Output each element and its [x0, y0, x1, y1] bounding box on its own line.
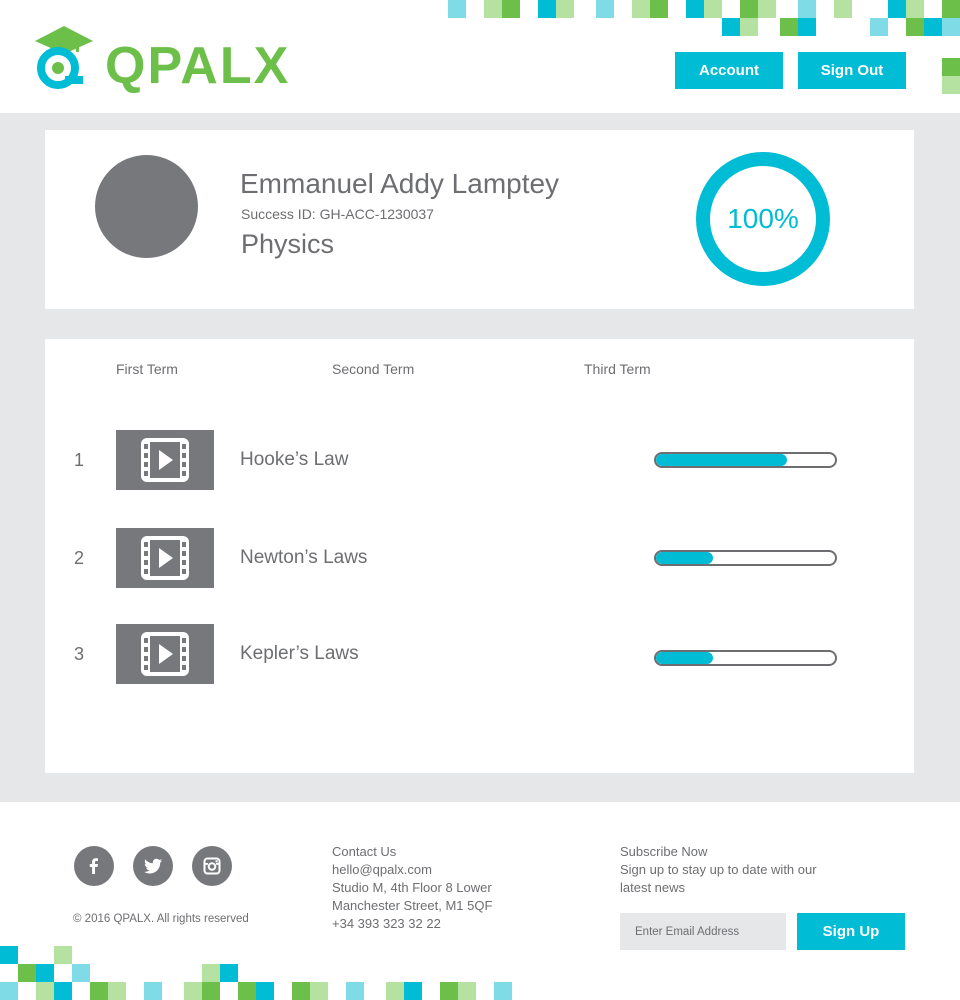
student-name: Emmanuel Addy Lamptey	[240, 168, 560, 199]
topic-index: 2	[74, 548, 85, 568]
sign-out-button[interactable]: Sign Out	[798, 52, 906, 89]
topic-title[interactable]: Hooke’s Law	[240, 449, 348, 471]
topic-progress-fill	[656, 652, 714, 664]
instagram-link[interactable]	[192, 846, 232, 886]
subscribe-text: Sign up to stay up to date with our late…	[620, 862, 817, 895]
contact-address-line2: Manchester Street, M1 5QF	[332, 898, 493, 913]
topic-title[interactable]: Kepler’s Laws	[240, 643, 359, 665]
topic-title[interactable]: Newton’s Laws	[240, 547, 367, 569]
topic-progress-bar	[654, 452, 837, 468]
topics-card: First Term Second Term Third Term 1 Hook…	[45, 339, 914, 773]
video-icon	[141, 438, 189, 482]
topic-row[interactable]: 3 Kepler’s Laws	[45, 624, 914, 684]
video-icon	[141, 536, 189, 580]
brand-name: QPALX	[105, 37, 291, 95]
graduation-cap-q-icon	[35, 26, 93, 89]
facebook-icon	[89, 858, 98, 874]
overall-progress-ring: 100%	[696, 152, 830, 286]
topic-progress-bar	[654, 650, 837, 666]
success-id: Success ID: GH-ACC-1230037	[241, 206, 434, 222]
topic-row[interactable]: 2 Newton’s Laws	[45, 528, 914, 588]
topic-progress-bar	[654, 550, 837, 566]
overall-progress-label: 100%	[727, 203, 799, 234]
profile-card: Emmanuel Addy Lamptey Success ID: GH-ACC…	[45, 130, 914, 309]
video-icon	[141, 632, 189, 676]
email-field[interactable]	[620, 913, 786, 950]
tab-third-term[interactable]: Third Term	[584, 361, 651, 377]
contact-address-line1: Studio M, 4th Floor 8 Lower	[332, 880, 492, 895]
contact-phone: +34 393 323 32 22	[332, 916, 441, 931]
topic-index: 3	[74, 644, 85, 664]
video-thumbnail[interactable]	[116, 430, 214, 490]
twitter-icon	[144, 858, 162, 874]
subject-title: Physics	[241, 229, 335, 259]
site-header: QPALX Account Sign Out	[0, 0, 960, 113]
topic-progress-fill	[656, 552, 714, 564]
contact-heading: Contact Us	[332, 844, 397, 859]
account-button[interactable]: Account	[675, 52, 783, 89]
contact-block: Contact Us hello@qpalx.com Studio M, 4th…	[332, 843, 492, 933]
copyright-text: © 2016 QPALX. All rights reserved	[73, 913, 249, 925]
contact-email[interactable]: hello@qpalx.com	[332, 861, 492, 879]
subscribe-block: Subscribe Now Sign up to stay up to date…	[620, 843, 840, 897]
facebook-link[interactable]	[74, 846, 114, 886]
video-thumbnail[interactable]	[116, 528, 214, 588]
subscribe-heading: Subscribe Now	[620, 844, 708, 859]
avatar	[95, 155, 198, 258]
site-footer: © 2016 QPALX. All rights reserved Contac…	[0, 802, 960, 1000]
topic-progress-fill	[656, 454, 787, 466]
topic-row[interactable]: 1 Hooke’s Law	[45, 430, 914, 490]
qpalx-logo[interactable]: QPALX	[33, 24, 288, 94]
video-thumbnail[interactable]	[116, 624, 214, 684]
tab-second-term[interactable]: Second Term	[332, 361, 414, 377]
twitter-link[interactable]	[133, 846, 173, 886]
sign-up-button[interactable]: Sign Up	[797, 913, 905, 950]
tab-first-term[interactable]: First Term	[116, 361, 178, 377]
instagram-icon	[203, 857, 221, 875]
topic-index: 1	[74, 450, 85, 470]
